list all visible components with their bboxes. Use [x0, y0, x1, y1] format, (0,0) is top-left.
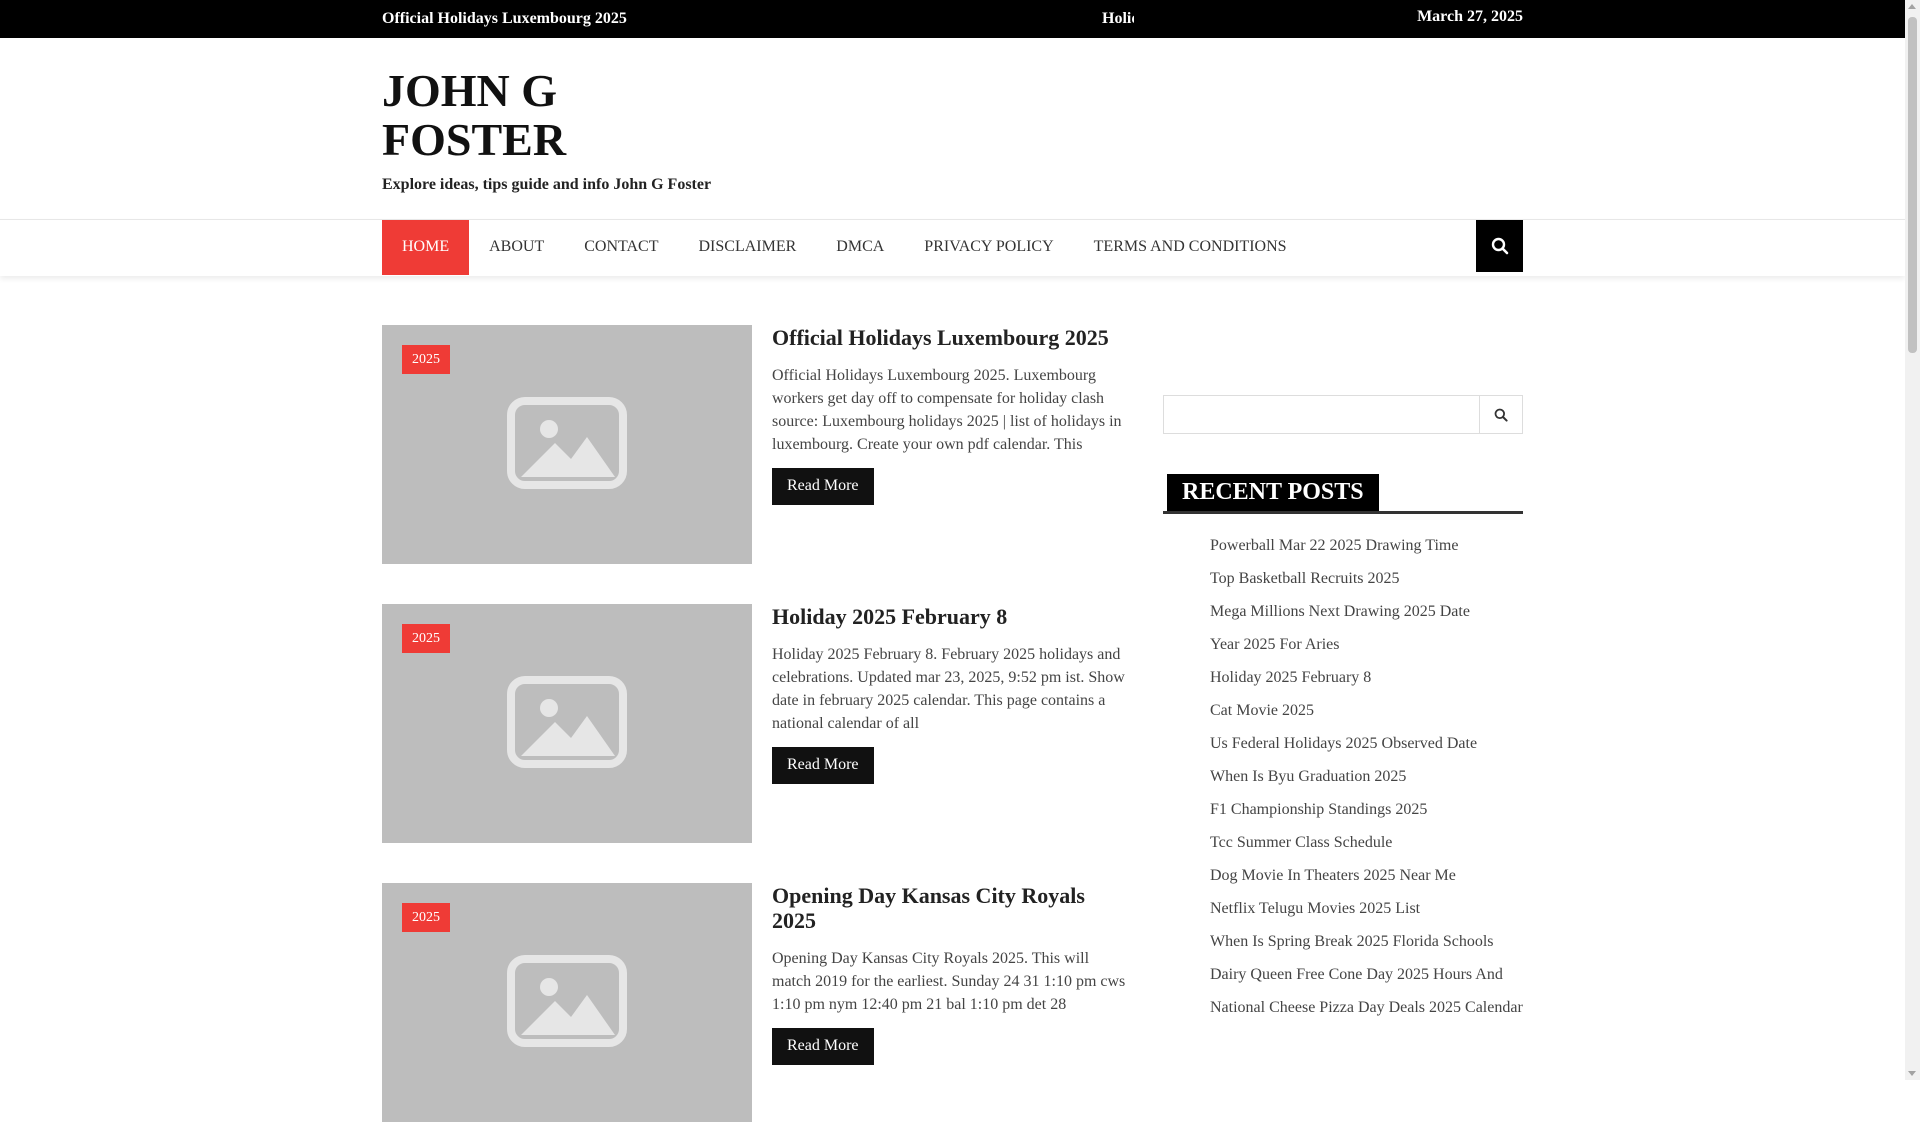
- nav-item-disclaimer[interactable]: DISCLAIMER: [679, 220, 817, 275]
- post-title[interactable]: Official Holidays Luxembourg 2025: [772, 325, 1126, 350]
- post-excerpt: Holiday 2025 February 8. February 2025 h…: [772, 646, 1125, 732]
- nav-item-dmca[interactable]: DMCA: [816, 220, 904, 275]
- read-more-button[interactable]: Read More: [772, 468, 874, 505]
- list-item: Dog Movie In Theaters 2025 Near Me: [1210, 864, 1523, 887]
- list-item: Powerball Mar 22 2025 Drawing Time: [1210, 534, 1523, 557]
- recent-post-link[interactable]: Cat Movie 2025: [1210, 702, 1314, 719]
- list-item: When Is Byu Graduation 2025: [1210, 765, 1523, 788]
- recent-post-link[interactable]: Us Federal Holidays 2025 Observed Date: [1210, 735, 1477, 752]
- scrollbar-thumb[interactable]: [1908, 17, 1917, 353]
- nav-item-about[interactable]: ABOUT: [469, 220, 564, 275]
- list-item: Netflix Telugu Movies 2025 List: [1210, 897, 1523, 920]
- post-card: 2025 Holiday 2025 February 8 Holiday 202…: [382, 604, 1126, 844]
- top-bar: Official Holidays Luxembourg 2025 Holida…: [0, 0, 1905, 38]
- image-placeholder-icon: [507, 676, 627, 768]
- list-item: Mega Millions Next Drawing 2025 Date: [1210, 600, 1523, 623]
- image-placeholder-icon: [507, 397, 627, 489]
- site-header: JOHN G FOSTER Explore ideas, tips guide …: [382, 66, 711, 194]
- sidebar-search-button[interactable]: [1479, 395, 1523, 434]
- post-card: 2025 Official Holidays Luxembourg 2025 O…: [382, 325, 1126, 565]
- recent-post-link[interactable]: Top Basketball Recruits 2025: [1210, 570, 1400, 587]
- post-body: Official Holidays Luxembourg 2025 Offici…: [772, 325, 1126, 505]
- site-title[interactable]: JOHN G FOSTER: [382, 66, 622, 164]
- page-scrollbar[interactable]: [1905, 0, 1920, 1080]
- recent-post-link[interactable]: National Cheese Pizza Day Deals 2025 Cal…: [1210, 999, 1523, 1016]
- recent-post-link[interactable]: Powerball Mar 22 2025 Drawing Time: [1210, 537, 1458, 554]
- list-item: Top Basketball Recruits 2025: [1210, 567, 1523, 590]
- list-item: National Cheese Pizza Day Deals 2025 Cal…: [1210, 996, 1523, 1019]
- post-excerpt: Opening Day Kansas City Royals 2025. Thi…: [772, 950, 1126, 1013]
- recent-posts-heading: RECENT POSTS: [1163, 474, 1523, 514]
- post-thumbnail[interactable]: 2025: [382, 883, 752, 1122]
- post-thumbnail[interactable]: 2025: [382, 325, 752, 564]
- list-item: Holiday 2025 February 8: [1210, 666, 1523, 689]
- recent-post-link[interactable]: Tcc Summer Class Schedule: [1210, 834, 1392, 851]
- ticker-link[interactable]: Official Holidays Luxembourg 2025: [382, 10, 627, 28]
- list-item: F1 Championship Standings 2025: [1210, 798, 1523, 821]
- search-icon: [1494, 408, 1508, 422]
- recent-posts-list: Powerball Mar 22 2025 Drawing Time Top B…: [1163, 534, 1523, 1019]
- list-item: Year 2025 For Aries: [1210, 633, 1523, 656]
- recent-post-link[interactable]: When Is Spring Break 2025 Florida School…: [1210, 933, 1494, 950]
- recent-post-link[interactable]: Dog Movie In Theaters 2025 Near Me: [1210, 867, 1456, 884]
- list-item: Us Federal Holidays 2025 Observed Date: [1210, 732, 1523, 755]
- recent-post-link[interactable]: Dairy Queen Free Cone Day 2025 Hours And: [1210, 966, 1503, 983]
- nav-search-button[interactable]: [1476, 220, 1523, 272]
- main-navigation: HOME ABOUT CONTACT DISCLAIMER DMCA PRIVA…: [0, 219, 1905, 276]
- read-more-button[interactable]: Read More: [772, 1028, 874, 1065]
- list-item: Cat Movie 2025: [1210, 699, 1523, 722]
- sidebar-search-form: [1163, 395, 1523, 434]
- site-tagline: Explore ideas, tips guide and info John …: [382, 176, 712, 193]
- recent-post-link[interactable]: Mega Millions Next Drawing 2025 Date: [1210, 603, 1470, 620]
- recent-posts-title: RECENT POSTS: [1167, 474, 1379, 511]
- nav-menu: HOME ABOUT CONTACT DISCLAIMER DMCA PRIVA…: [382, 220, 1307, 276]
- post-body: Holiday 2025 February 8 Holiday 2025 Feb…: [772, 604, 1126, 784]
- nav-item-terms[interactable]: TERMS AND CONDITIONS: [1074, 220, 1307, 275]
- recent-post-link[interactable]: Holiday 2025 February 8: [1210, 669, 1371, 686]
- scroll-up-icon[interactable]: [1908, 4, 1916, 9]
- list-item: When Is Spring Break 2025 Florida School…: [1210, 930, 1523, 953]
- recent-post-link[interactable]: F1 Championship Standings 2025: [1210, 801, 1427, 818]
- category-badge[interactable]: 2025: [402, 624, 450, 653]
- post-body: Opening Day Kansas City Royals 2025 Open…: [772, 883, 1126, 1065]
- nav-item-contact[interactable]: CONTACT: [564, 220, 678, 275]
- current-date: March 27, 2025: [1417, 8, 1523, 25]
- nav-item-home[interactable]: HOME: [382, 220, 470, 275]
- search-icon: [1491, 237, 1508, 255]
- list-item: Tcc Summer Class Schedule: [1210, 831, 1523, 854]
- post-thumbnail[interactable]: 2025: [382, 604, 752, 843]
- sidebar: RECENT POSTS Powerball Mar 22 2025 Drawi…: [1163, 395, 1523, 1029]
- image-placeholder-icon: [507, 955, 627, 1047]
- sidebar-search-input[interactable]: [1163, 395, 1479, 434]
- recent-post-link[interactable]: Year 2025 For Aries: [1210, 636, 1339, 653]
- nav-item-privacy-policy[interactable]: PRIVACY POLICY: [904, 220, 1073, 275]
- list-item: Dairy Queen Free Cone Day 2025 Hours And: [1210, 963, 1523, 986]
- ticker-link-secondary[interactable]: Holiday 2025 February 8: [1102, 10, 1134, 28]
- scroll-down-icon[interactable]: [1908, 1071, 1916, 1076]
- post-excerpt: Official Holidays Luxembourg 2025. Luxem…: [772, 367, 1122, 453]
- recent-post-link[interactable]: When Is Byu Graduation 2025: [1210, 768, 1406, 785]
- post-card: 2025 Opening Day Kansas City Royals 2025…: [382, 883, 1126, 1122]
- post-title[interactable]: Opening Day Kansas City Royals 2025: [772, 883, 1126, 933]
- post-title[interactable]: Holiday 2025 February 8: [772, 604, 1126, 629]
- category-badge[interactable]: 2025: [402, 345, 450, 374]
- read-more-button[interactable]: Read More: [772, 747, 874, 784]
- category-badge[interactable]: 2025: [402, 903, 450, 932]
- recent-post-link[interactable]: Netflix Telugu Movies 2025 List: [1210, 900, 1420, 917]
